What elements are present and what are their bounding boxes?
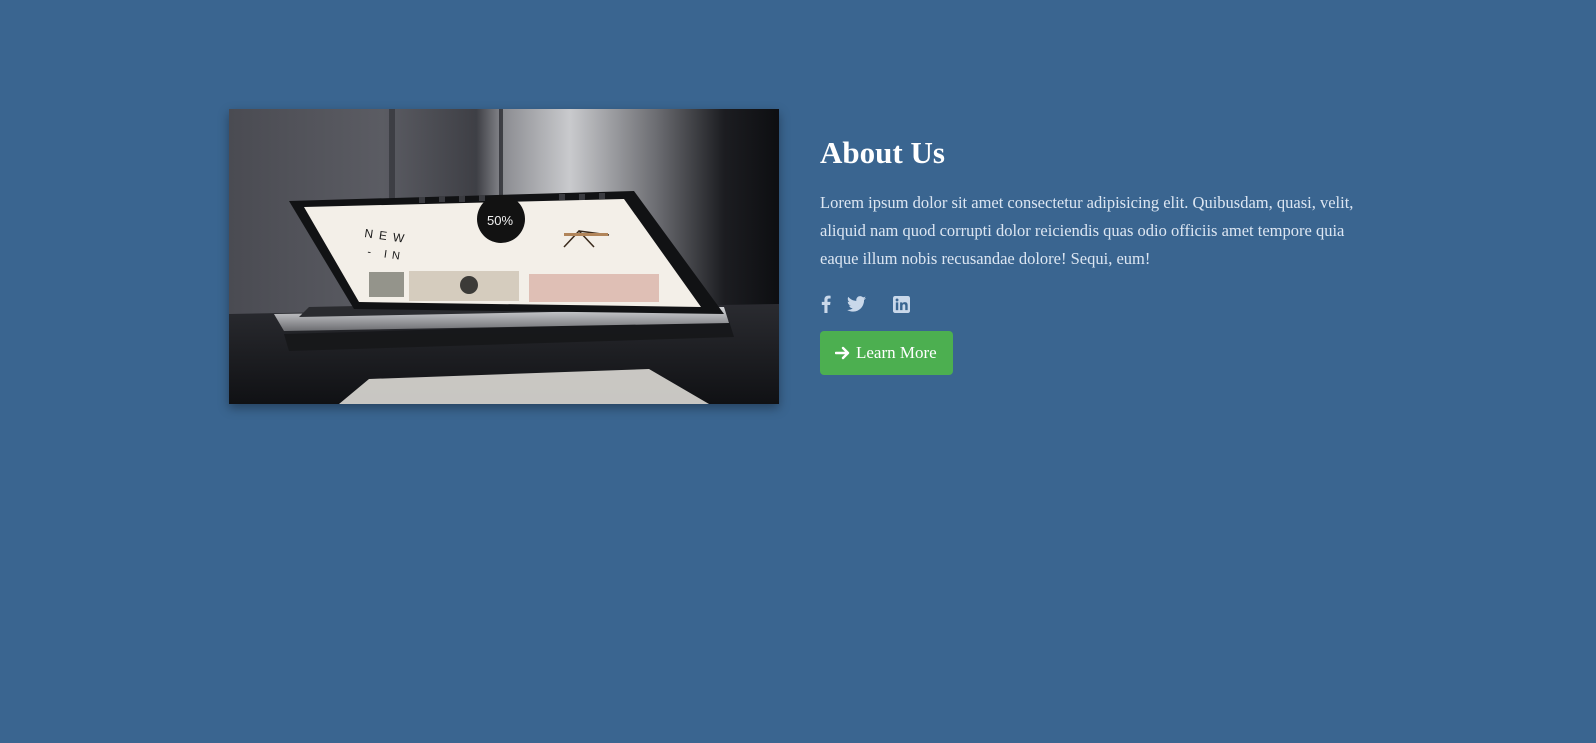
- social-links: [820, 293, 1380, 315]
- learn-more-label: Learn More: [856, 343, 937, 362]
- about-content: About Us Lorem ipsum dolor sit amet cons…: [820, 109, 1380, 375]
- facebook-icon[interactable]: [820, 295, 832, 313]
- section-title: About Us: [820, 135, 945, 170]
- section-description: Lorem ipsum dolor sit amet consectetur a…: [820, 193, 1354, 268]
- laptop-photo: NEW - IN 50%: [229, 109, 779, 404]
- twitter-icon[interactable]: [846, 296, 866, 312]
- learn-more-button[interactable]: Learn More: [820, 331, 953, 375]
- screen-badge-text: 50%: [487, 213, 513, 228]
- arrow-right-icon: [835, 345, 851, 361]
- about-section: NEW - IN 50% About Us Lorem ipsum dolor …: [229, 109, 1389, 404]
- linkedin-icon[interactable]: [892, 295, 910, 313]
